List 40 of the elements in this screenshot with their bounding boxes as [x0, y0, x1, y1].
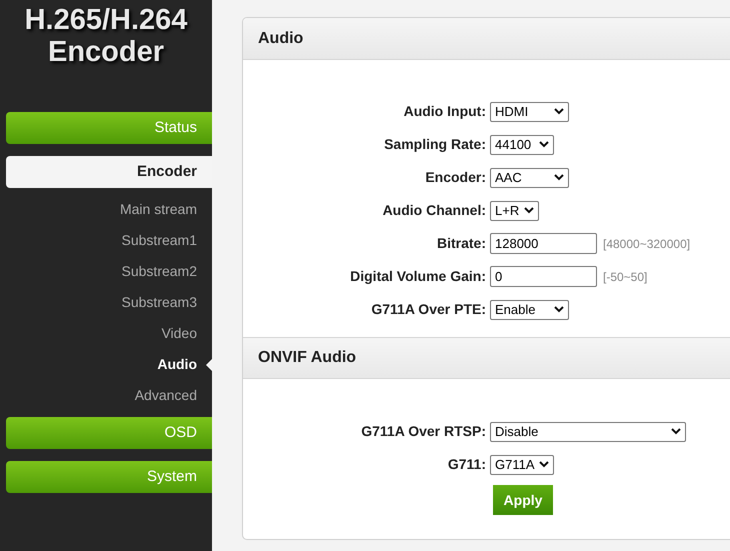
field-label: Encoder: [424, 168, 487, 187]
chevron-down-icon [539, 141, 549, 148]
dropdown[interactable]: L+R [490, 200, 539, 220]
sidebar-subitem[interactable]: Main stream [120, 199, 197, 220]
field-label: Audio Input: [402, 102, 487, 121]
chevron-down-icon [524, 207, 534, 214]
chevron-down-icon [539, 461, 549, 468]
logo-title: H.265/H.264 [24, 4, 188, 36]
section-title: ONVIF Audio [258, 348, 356, 368]
logo-title: Encoder [48, 36, 164, 68]
dropdown[interactable]: G711A [490, 454, 554, 474]
chevron-down-icon [554, 174, 564, 181]
apply-button[interactable]: Apply [493, 485, 553, 515]
field-label: G711A Over RTSP: [360, 422, 487, 441]
chevron-down-icon [554, 108, 564, 115]
dropdown[interactable]: HDMI [490, 102, 569, 122]
range-hint: [-50~50] [603, 268, 648, 286]
field-label: Bitrate: [436, 234, 487, 253]
sidebar-item[interactable]: Encoder [6, 156, 212, 188]
sidebar-subitem[interactable]: Substream1 [122, 230, 197, 251]
sidebar-subitem[interactable]: Audio [157, 354, 197, 375]
chevron-down-icon [554, 306, 564, 313]
sidebar-subitem[interactable]: Substream3 [122, 292, 197, 313]
sidebar-subitem[interactable]: Video [161, 323, 197, 344]
field-label: Sampling Rate: [383, 135, 487, 154]
input-field[interactable]: 0 [490, 266, 597, 287]
field-label: Audio Channel: [382, 201, 487, 220]
dropdown[interactable]: 44100 [490, 134, 554, 154]
range-hint: [48000~320000] [603, 236, 690, 252]
sidebar-subitem[interactable]: Substream2 [122, 261, 197, 282]
field-label: G711A Over PTE: [370, 300, 487, 319]
dropdown[interactable]: AAC [490, 168, 569, 188]
dropdown[interactable]: Enable [490, 300, 569, 320]
sidebar-subitem[interactable]: Advanced [134, 385, 197, 406]
field-label: Digital Volume Gain: [349, 267, 487, 286]
section-title: Audio [258, 28, 304, 48]
chevron-down-icon [671, 428, 681, 435]
dropdown[interactable]: Disable [490, 422, 686, 442]
input-field[interactable]: 128000 [490, 233, 597, 254]
field-label: G711: [446, 455, 487, 474]
